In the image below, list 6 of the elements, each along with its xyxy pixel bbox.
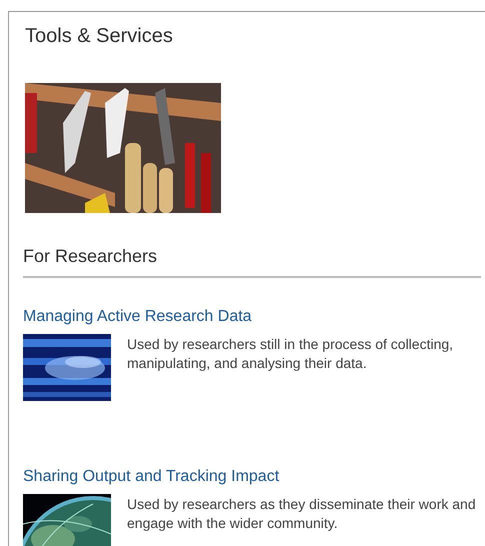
- panel-title: Tools & Services: [25, 24, 174, 48]
- service-description: Used by researchers still in the process of collecting, manipulating, and analysing their data.: [127, 335, 454, 373]
- section-heading: For Researchers: [23, 244, 481, 278]
- service-description: Used by researchers as they disseminate their work and engage with the wider community.: [127, 495, 477, 533]
- service-link[interactable]: Sharing Output and Tracking Impact: [23, 467, 280, 487]
- service-link[interactable]: Managing Active Research Data: [23, 307, 252, 327]
